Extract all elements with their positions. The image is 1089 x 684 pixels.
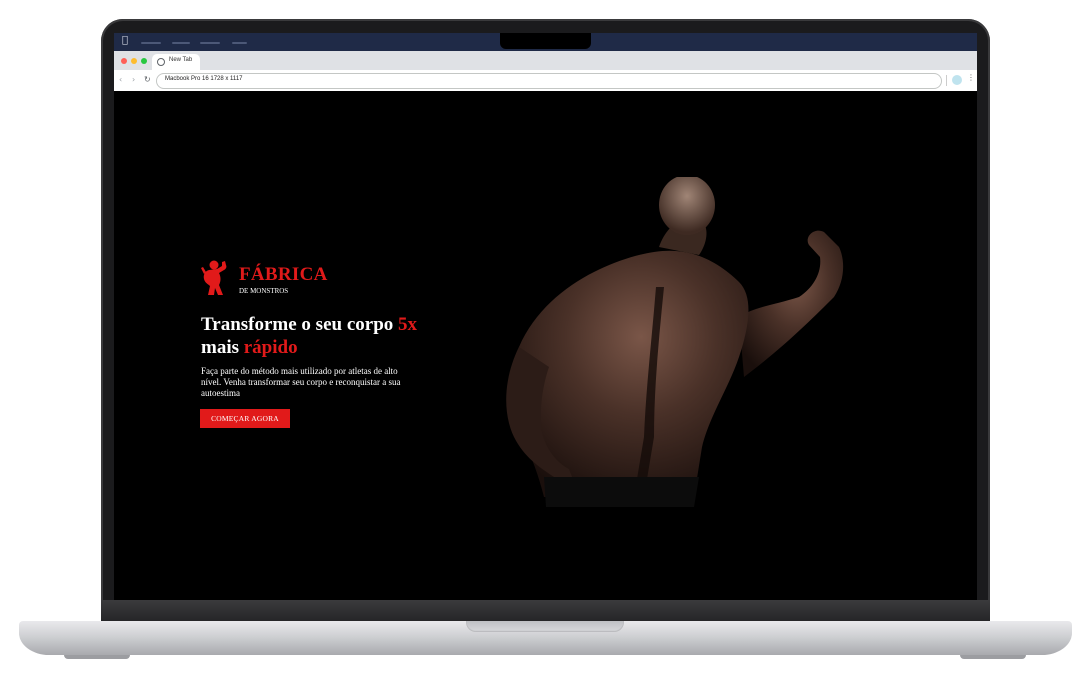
laptop-screen:  New Tab ‹ › ↻ Macbook Pro 16 1728 x 11… — [114, 33, 977, 601]
reload-button[interactable]: ↻ — [144, 75, 151, 85]
laptop-foot — [960, 655, 1026, 659]
menu-item-placeholder[interactable] — [172, 42, 190, 44]
headline-text: Transforme o seu corpo — [201, 314, 399, 335]
headline-highlight: rápido — [243, 337, 298, 358]
brand-name: FÁBRICA — [239, 264, 328, 285]
brand-subtitle: DE MONSTROS — [239, 287, 289, 295]
toolbar-divider — [946, 75, 947, 86]
forward-button[interactable]: › — [132, 75, 135, 85]
address-text: Macbook Pro 16 1728 x 1117 — [165, 76, 243, 82]
hero-headline: Transforme o seu corpo 5x mais rápido — [201, 313, 461, 359]
headline-text: mais — [201, 337, 244, 358]
laptop-mockup:  New Tab ‹ › ↻ Macbook Pro 16 1728 x 11… — [0, 0, 1089, 684]
minimize-window-button[interactable] — [131, 58, 137, 64]
menu-item-placeholder[interactable] — [200, 42, 220, 44]
browser-toolbar: ‹ › ↻ Macbook Pro 16 1728 x 1117 ⋮ — [114, 70, 977, 92]
profile-avatar[interactable] — [952, 75, 962, 85]
apple-icon[interactable]:  — [122, 35, 128, 46]
tab-title: New Tab — [169, 57, 193, 63]
back-button[interactable]: ‹ — [119, 75, 122, 85]
hero-description: Faça parte do método mais utilizado por … — [201, 366, 401, 398]
menu-item-placeholder[interactable] — [141, 42, 161, 44]
start-now-button[interactable]: COMEÇAR AGORA — [200, 409, 290, 428]
laptop-foot — [64, 655, 130, 659]
browser-tab[interactable]: New Tab — [152, 54, 200, 70]
globe-icon — [157, 58, 165, 66]
maximize-window-button[interactable] — [141, 58, 147, 64]
landing-page: FÁBRICA DE MONSTROS Transforme o seu cor… — [114, 91, 977, 601]
laptop-opening-notch — [466, 621, 624, 632]
address-bar[interactable]: Macbook Pro 16 1728 x 1117 — [156, 73, 942, 89]
browser-tab-bar: New Tab — [114, 51, 977, 70]
menu-item-placeholder[interactable] — [232, 42, 247, 44]
bodybuilder-image — [506, 177, 844, 507]
camera-notch — [500, 33, 591, 49]
browser-menu-icon[interactable]: ⋮ — [967, 73, 975, 82]
close-window-button[interactable] — [121, 58, 127, 64]
headline-highlight: 5x — [398, 314, 418, 335]
flexing-man-icon — [201, 260, 227, 295]
